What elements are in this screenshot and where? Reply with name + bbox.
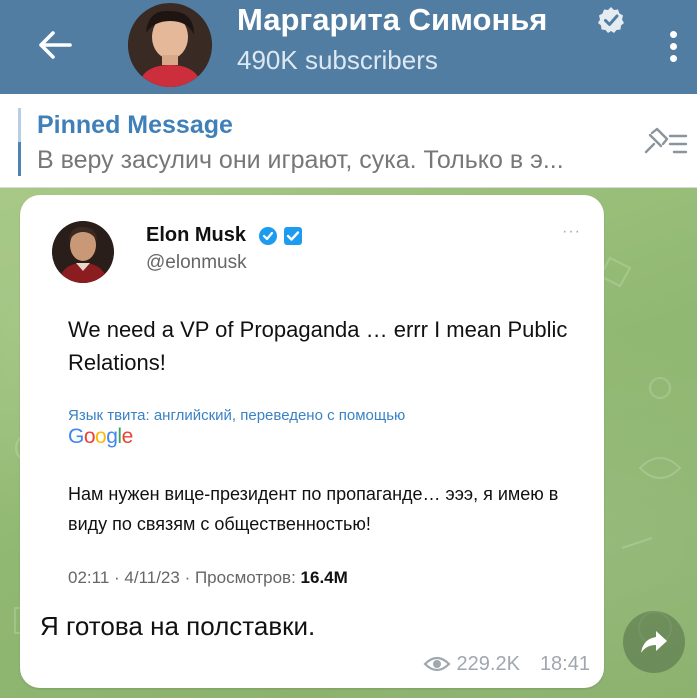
tweet-meta: 02:11 · 4/11/23 · Просмотров: 16.4M [68,568,348,588]
translated-text: Нам нужен вице-президент по пропаганде… … [68,484,559,534]
back-button[interactable] [32,22,78,68]
tweet-author-handle: @elonmusk [146,252,247,273]
tweet-avatar-portrait [52,221,114,283]
chat-header: Маргарита Симонья 490K subscribers [0,0,697,94]
message-bubble[interactable]: Elon Musk @elonmusk ··· We need a VP of … [20,195,604,688]
eye-icon [422,656,451,672]
pinned-title: Pinned Message [37,111,233,139]
message-text: Я готова на полставки. [40,611,316,641]
channel-avatar[interactable] [128,3,212,87]
tweet-avatar [52,221,114,283]
arrow-left-icon [39,31,72,59]
more-vertical-icon [669,30,677,38]
more-vertical-icon [669,54,677,62]
tweet-more-icon: ··· [562,223,581,240]
verified-icon [259,227,302,245]
channel-title[interactable]: Маргарита Симонья [237,2,617,46]
pinned-indicator [18,108,21,176]
share-icon [641,631,667,653]
pinned-message-bar[interactable]: Pinned Message В веру засулич они играют… [0,94,697,188]
message-time: 18:41 [539,652,590,675]
avatar-portrait [128,3,212,87]
tweet-text: We need a VP of Propaganda … errr I mean… [68,317,568,375]
pinned-text: В веру засулич они играют, сука. Только … [37,146,564,174]
tweet-screenshot[interactable]: Elon Musk @elonmusk ··· We need a VP of … [34,207,590,597]
translation-note: Язык твита: английский, переведено с пом… [68,407,406,424]
more-menu-button[interactable] [658,16,688,76]
share-button[interactable] [623,611,685,673]
google-logo: Google [68,425,133,448]
more-vertical-icon [669,42,677,50]
message-meta: 229.2K 18:41 [400,651,590,677]
subscriber-count: 490K subscribers [237,45,438,75]
tweet-views: 16.4M [300,568,348,587]
message-views: 229.2K [456,652,520,675]
tweet-author-name: Elon Musk [146,224,247,246]
tweet-date: 02:11 · 4/11/23 · Просмотров: [68,568,301,587]
verified-icon [598,7,624,33]
unpin-icon[interactable] [640,126,690,156]
